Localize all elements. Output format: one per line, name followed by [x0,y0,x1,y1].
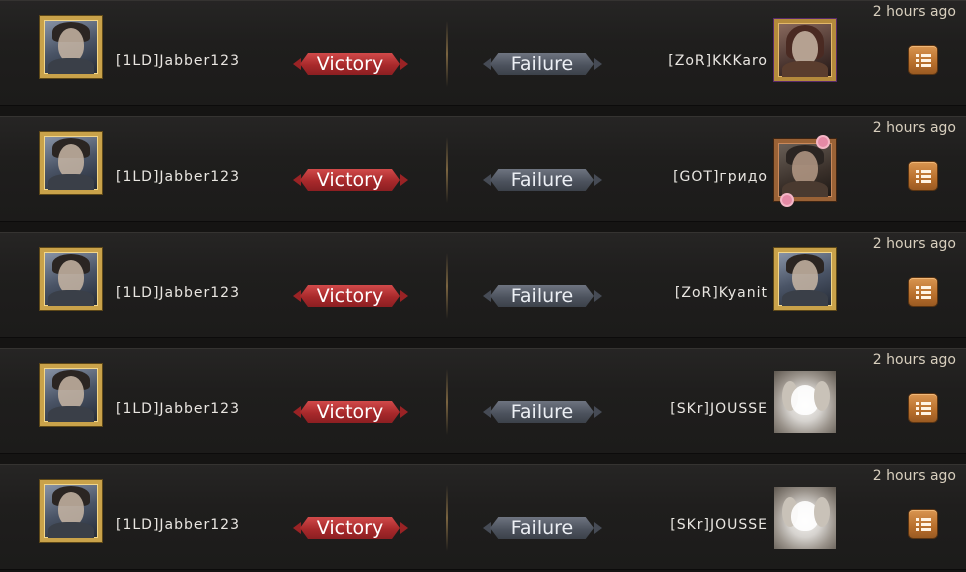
vs-divider [446,21,448,87]
left-player-avatar[interactable] [40,480,102,542]
failure-banner-right-tip [594,58,602,70]
left-player-name: [1LD]Jabber123 [116,285,240,301]
victory-banner: Victory [300,169,400,191]
victory-banner-right-tip [400,406,408,418]
victory-banner-right-tip [400,290,408,302]
left-player-name: [1LD]Jabber123 [116,169,240,185]
vs-divider [446,137,448,203]
failure-banner: Failure [490,53,594,75]
battle-time: 2 hours ago [872,468,956,484]
right-player-name: [ZoR]Kyanit [674,285,768,301]
victory-banner-left-tip [293,58,301,70]
victory-banner-left-tip [293,406,301,418]
failure-banner-left-tip [483,174,491,186]
right-player-avatar[interactable] [774,19,836,81]
left-player-avatar[interactable] [40,248,102,310]
failure-banner: Failure [490,401,594,423]
battle-time: 2 hours ago [872,4,956,20]
failure-banner-right-tip [594,174,602,186]
victory-banner-right-tip [400,58,408,70]
victory-banner: Victory [300,401,400,423]
battle-record-row: [1LD]Jabber123 Victory Failure [ZoR]Kyan… [0,232,966,338]
vs-divider [446,253,448,319]
battle-detail-button[interactable] [909,162,937,190]
victory-banner-left-tip [293,522,301,534]
victory-banner-left-tip [293,174,301,186]
left-player-avatar[interactable] [40,364,102,426]
failure-banner: Failure [490,517,594,539]
battle-record-row: [1LD]Jabber123 Victory Failure [SKr]JOUS… [0,348,966,454]
failure-banner-left-tip [483,58,491,70]
victory-banner: Victory [300,517,400,539]
battle-detail-button[interactable] [909,278,937,306]
vs-divider [446,369,448,435]
battle-log-list: [1LD]Jabber123 Victory Failure [ZoR]KKKa… [0,0,966,572]
left-player-name: [1LD]Jabber123 [116,53,240,69]
failure-banner-right-tip [594,406,602,418]
battle-detail-button[interactable] [909,394,937,422]
right-player-avatar[interactable] [774,139,836,201]
victory-banner-right-tip [400,174,408,186]
battle-detail-button[interactable] [909,510,937,538]
failure-banner: Failure [490,285,594,307]
right-player-name: [ZoR]KKKaro [668,53,768,69]
failure-banner-right-tip [594,522,602,534]
victory-banner-right-tip [400,522,408,534]
flower-decoration-icon [818,137,828,147]
battle-time: 2 hours ago [872,120,956,136]
left-player-name: [1LD]Jabber123 [116,401,240,417]
right-player-avatar[interactable] [774,371,836,433]
right-player-name: [SKr]JOUSSE [670,517,768,533]
victory-banner: Victory [300,53,400,75]
right-player-avatar[interactable] [774,248,836,310]
battle-detail-button[interactable] [909,46,937,74]
battle-record-row: [1LD]Jabber123 Victory Failure [SKr]JOUS… [0,464,966,570]
battle-record-row: [1LD]Jabber123 Victory Failure [GOT]грид… [0,116,966,222]
victory-banner: Victory [300,285,400,307]
flower-decoration-icon [782,195,792,205]
left-player-avatar[interactable] [40,16,102,78]
battle-time: 2 hours ago [872,236,956,252]
failure-banner-right-tip [594,290,602,302]
left-player-avatar[interactable] [40,132,102,194]
failure-banner-left-tip [483,406,491,418]
battle-record-row: [1LD]Jabber123 Victory Failure [ZoR]KKKa… [0,0,966,106]
vs-divider [446,485,448,551]
left-player-name: [1LD]Jabber123 [116,517,240,533]
right-player-name: [GOT]гридо [673,169,768,185]
right-player-name: [SKr]JOUSSE [670,401,768,417]
failure-banner-left-tip [483,290,491,302]
battle-time: 2 hours ago [872,352,956,368]
failure-banner: Failure [490,169,594,191]
failure-banner-left-tip [483,522,491,534]
right-player-avatar[interactable] [774,487,836,549]
victory-banner-left-tip [293,290,301,302]
